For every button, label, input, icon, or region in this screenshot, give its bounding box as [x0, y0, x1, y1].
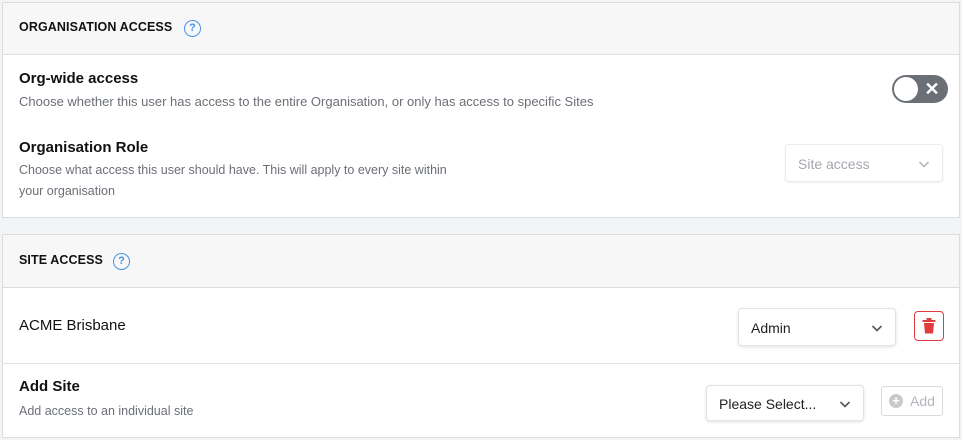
organisation-role-description-line2: your organisation [19, 184, 115, 198]
organisation-role-select-value: Site access [798, 156, 870, 172]
help-icon[interactable]: ? [113, 253, 130, 270]
site-role-select[interactable]: Admin [738, 308, 896, 346]
chevron-down-icon [918, 161, 930, 168]
organisation-role-title: Organisation Role [19, 139, 149, 156]
site-role-select-value: Admin [751, 320, 791, 336]
organisation-access-title: ORGANISATION ACCESS [19, 20, 173, 34]
add-site-button-label: Add [910, 393, 935, 409]
trash-icon [922, 318, 936, 334]
add-site-title: Add Site [19, 378, 80, 395]
add-site-select[interactable]: Please Select... [706, 385, 864, 421]
chevron-down-icon [839, 401, 851, 408]
divider [3, 363, 959, 364]
site-name: ACME Brisbane [19, 317, 126, 334]
org-wide-access-toggle[interactable]: ✕ [892, 75, 948, 103]
chevron-down-icon [871, 325, 883, 332]
site-access-title: SITE ACCESS [19, 253, 103, 267]
organisation-role-description-line1: Choose what access this user should have… [19, 163, 447, 177]
delete-site-button[interactable] [914, 311, 944, 341]
organisation-access-header: ORGANISATION ACCESS ? [3, 3, 959, 55]
site-row: ACME Brisbane Admin [3, 288, 959, 363]
add-site-select-value: Please Select... [719, 396, 817, 412]
add-site-button[interactable]: + Add [881, 386, 943, 416]
org-wide-access-description: Choose whether this user has access to t… [19, 94, 594, 109]
site-access-card: SITE ACCESS ? ACME Brisbane Admin Add Si… [2, 234, 960, 438]
close-icon: ✕ [924, 79, 940, 99]
organisation-role-select[interactable]: Site access [785, 144, 943, 182]
organisation-access-card: ORGANISATION ACCESS ? Org-wide access Ch… [2, 2, 960, 218]
org-wide-access-title: Org-wide access [19, 70, 139, 87]
help-icon[interactable]: ? [184, 20, 201, 37]
site-access-header: SITE ACCESS ? [3, 235, 959, 288]
toggle-knob [894, 77, 918, 101]
add-site-description: Add access to an individual site [19, 404, 194, 418]
plus-circle-icon: + [889, 394, 903, 408]
